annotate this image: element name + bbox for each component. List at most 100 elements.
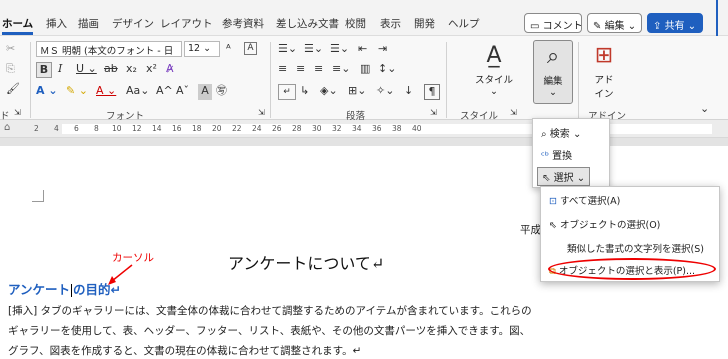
find-menu-item[interactable]: ⌕ 検索 ⌄ — [541, 125, 581, 140]
ruler-tick: 6 — [74, 124, 79, 133]
edit-dropdown-menu: ⌕ 検索 ⌄ ᶜᵇ 置換 ⇖ 選択 ⌄ — [532, 118, 610, 188]
show-marks-icon[interactable]: ¶ — [424, 84, 440, 100]
group-separator — [270, 42, 271, 118]
grow-font-icon[interactable]: ᴬ — [226, 42, 231, 58]
ruler-tick: 34 — [352, 124, 362, 133]
numbering-icon[interactable]: ☰⌄ — [304, 42, 323, 58]
select-objects-item[interactable]: ⇖ オブジェクトの選択(O) — [549, 217, 660, 231]
select-all-icon: ⊡ — [549, 196, 560, 207]
ribbon: ✂ ⎘ 🖌 ド ⇲ ＭＳ 明朝 (本文のフォント - 日 12 ⌄ ᴬ A B … — [0, 36, 728, 122]
horizontal-ruler[interactable]: ⌂ — [0, 120, 728, 138]
copy-icon[interactable]: ⎘ — [6, 62, 15, 78]
text-cursor — [71, 284, 73, 297]
date-partial-text: 平成 — [520, 224, 541, 236]
share-icon: ⇪ — [653, 21, 665, 32]
tab-review[interactable]: 校閲 — [345, 16, 366, 31]
body-line-3: グラフ、図表を作成すると、文書の現在の体裁に合わせて調整されます。↵ — [8, 345, 362, 357]
asian-layout-icon[interactable]: ↳ — [300, 84, 309, 100]
edit-group-button[interactable]: ⌕ 編集 ⌄ — [533, 40, 573, 104]
italic-button[interactable]: I — [58, 62, 62, 78]
text-direction-icon[interactable]: ↵ — [278, 84, 296, 100]
enclose-char-icon[interactable]: ㊢ — [216, 84, 227, 100]
ruler-tick: 18 — [192, 124, 202, 133]
line-spacing-icon[interactable]: ↕⌄ — [378, 62, 396, 78]
columns-icon[interactable]: ▥ — [360, 62, 370, 78]
select-all-item[interactable]: ⊡ すべて選択(A) — [549, 193, 620, 207]
highlight-icon[interactable]: ✎ ⌄ — [66, 84, 88, 100]
body-line-1: [挿入] タブのギャラリーには、文書全体の体裁に合わせて調整するためのアイテムが… — [8, 305, 532, 317]
text-effects-icon[interactable]: A ⌄ — [36, 84, 58, 100]
addin-button[interactable]: ⊞ アド イン — [584, 40, 624, 104]
sub-heading-part-b: の目的↵ — [73, 282, 121, 297]
decrease-indent-icon[interactable]: ⇤ — [358, 42, 367, 58]
clear-format-icon[interactable]: A̷ — [166, 62, 174, 78]
strikethrough-button[interactable]: ab — [104, 62, 118, 78]
cursor-arrow-icon: ⇖ — [549, 220, 560, 231]
sub-heading-part-a: アンケート — [8, 282, 71, 297]
ruler-tick: 36 — [372, 124, 382, 133]
justify-icon[interactable]: ≡⌄ — [332, 62, 350, 78]
char-shading-icon[interactable]: A — [198, 84, 212, 100]
search-icon: ⌕ — [546, 44, 560, 69]
subscript-button[interactable]: x₂ — [126, 62, 137, 78]
style-gallery-icon: A̲ — [486, 43, 502, 68]
collapse-ribbon-icon[interactable]: ⌄ — [700, 102, 709, 118]
grow-font-a-icon[interactable]: A^ — [156, 84, 173, 100]
tab-view[interactable]: 表示 — [380, 16, 401, 31]
sort-icon[interactable]: ↓ — [404, 84, 413, 100]
ruler-tick: 32 — [332, 124, 342, 133]
tab-insert[interactable]: 挿入 — [46, 16, 67, 31]
tab-draw[interactable]: 描画 — [78, 16, 99, 31]
ruler-tick: 4 — [54, 124, 59, 133]
char-border-icon[interactable]: A — [244, 42, 257, 55]
share-button[interactable]: ⇪ 共有 ⌄ — [647, 13, 703, 33]
align-left-icon[interactable]: ≡ — [278, 62, 287, 78]
tab-home[interactable]: ホーム — [2, 16, 34, 35]
style-button[interactable]: A̲ スタイル ⌄ — [474, 40, 514, 104]
font-name-combobox[interactable]: ＭＳ 明朝 (本文のフォント - 日 — [36, 41, 182, 57]
search-icon: ⌕ — [541, 129, 550, 140]
margin-corner-mark — [32, 190, 44, 202]
cut-icon[interactable]: ✂ — [6, 42, 15, 58]
ruler-tick: 8 — [94, 124, 99, 133]
tab-layout[interactable]: レイアウト — [160, 16, 213, 31]
select-menu-item[interactable]: ⇖ 選択 ⌄ — [537, 167, 591, 186]
group-separator — [578, 42, 579, 118]
cursor-annotation-label: カーソル — [112, 252, 154, 264]
asian-typography-icon[interactable]: ✧⌄ — [376, 84, 394, 100]
shrink-font-icon[interactable]: Aˇ — [176, 84, 189, 100]
ruler-tick: 22 — [232, 124, 242, 133]
ruler-tick: 16 — [172, 124, 182, 133]
indent-marker-icon[interactable]: ⌂ — [4, 122, 10, 133]
increase-indent-icon[interactable]: ⇥ — [378, 42, 387, 58]
tab-design[interactable]: デザイン — [112, 16, 154, 31]
font-color-icon[interactable]: A ⌄ — [96, 84, 116, 100]
replace-menu-item[interactable]: ᶜᵇ 置換 — [541, 147, 572, 162]
borders-icon[interactable]: ⊞⌄ — [348, 84, 366, 100]
select-similar-format-item[interactable]: 類似した書式の文字列を選択(S) — [567, 241, 704, 255]
edit-mode-button[interactable]: ✎ 編集 ⌄ — [587, 13, 642, 33]
ruler-tick: 26 — [272, 124, 282, 133]
shading-icon[interactable]: ◈⌄ — [320, 84, 338, 100]
tab-developer[interactable]: 開発 — [414, 16, 435, 31]
superscript-button[interactable]: x² — [146, 62, 157, 78]
bold-button[interactable]: B — [36, 62, 52, 78]
tab-mailings[interactable]: 差し込み文書 — [276, 16, 339, 31]
underline-button[interactable]: U ⌄ — [76, 62, 97, 78]
ruler-tick: 38 — [392, 124, 402, 133]
change-case-icon[interactable]: Aa⌄ — [126, 84, 149, 100]
body-line-2: ギャラリーを使用して、表、ヘッダー、フッター、リスト、表紙や、その他の文書パーツ… — [8, 325, 531, 337]
tab-references[interactable]: 参考資料 — [222, 16, 264, 31]
tab-help[interactable]: ヘルプ — [448, 16, 480, 31]
format-painter-icon[interactable]: 🖌 — [6, 82, 20, 98]
align-center-icon[interactable]: ≡ — [296, 62, 305, 78]
multilevel-list-icon[interactable]: ☰⌄ — [330, 42, 349, 58]
bullets-icon[interactable]: ☰⌄ — [278, 42, 297, 58]
align-right-icon[interactable]: ≡ — [314, 62, 323, 78]
ribbon-tab-bar: ホーム 挿入 描画 デザイン レイアウト 参考資料 差し込み文書 校閲 表示 開… — [0, 0, 728, 36]
document-heading: アンケートについて↵ — [228, 254, 385, 273]
font-size-combobox[interactable]: 12 ⌄ — [184, 41, 220, 57]
ruler-tick: 24 — [252, 124, 262, 133]
comment-icon: ▭ — [530, 21, 543, 32]
comment-button[interactable]: ▭ コメント — [524, 13, 583, 33]
